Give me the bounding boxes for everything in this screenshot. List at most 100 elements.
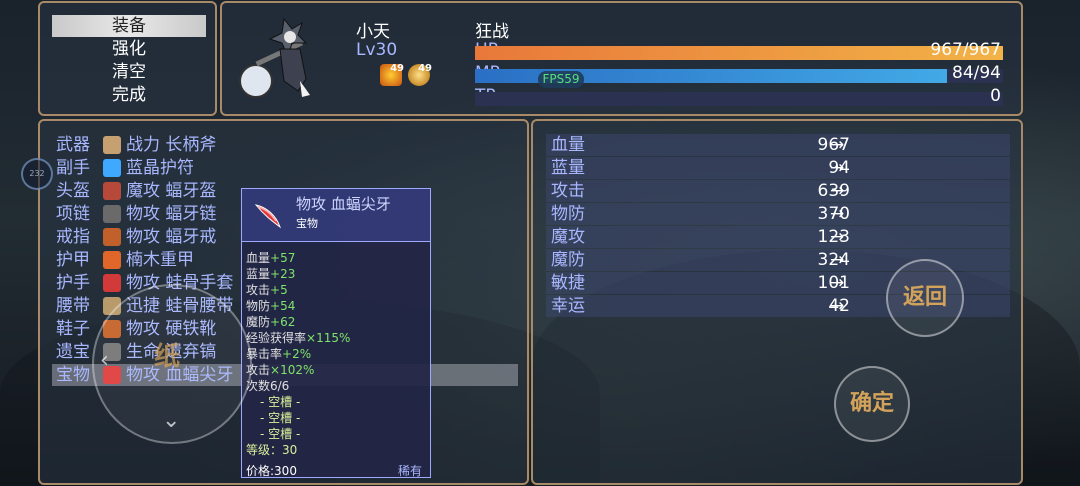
tooltip-stat-value: +2% [282,347,312,361]
stat-arrow: → [830,181,845,201]
buff-turns: 49 [390,63,404,74]
stat-row-attack: 攻击 639 → [546,180,1010,202]
side-indicator[interactable]: 232 [21,158,53,190]
hero-name: 小天 [356,22,390,42]
tooltip-level: 等级：30 [246,443,298,457]
tooltip-empty-slot: - 空槽 - [260,395,301,409]
hp-value: 967/967 [930,40,1001,60]
back-button[interactable]: 返回 [886,259,964,337]
stat-arrow: → [830,227,845,247]
stat-label: 蓝量 [551,158,585,178]
tooltip-stat-value: +57 [270,251,296,265]
tp-bar [475,92,1003,106]
stat-label: 血量 [551,135,585,155]
fps-counter: FPS59 [538,71,584,88]
tooltip-stat-value: +62 [270,315,296,329]
menu-item-clear[interactable]: 清空 [52,61,206,83]
hero-sprite [239,17,310,98]
dpad-label: 纸 [154,342,181,372]
fire-buff-icon: 49 [380,63,404,86]
tooltip-stat-value: ×102% [270,363,315,377]
necklace-icon [103,205,121,223]
item-tooltip: 物攻 血蝠尖牙 宝物 血量+57 蓝量+23 攻击+5 物防+54 魔防+62 … [241,188,431,478]
command-menu: 装备 强化 清空 完成 [38,1,217,116]
hero-class: 狂战 [475,22,509,42]
crystal-icon [103,159,121,177]
slot-item-name: 物攻 蝠牙链 [126,204,217,224]
glove-icon [103,274,121,292]
slot-name: 副手 [56,158,90,178]
slot-name: 遗宝 [56,342,90,362]
slot-name: 鞋子 [56,319,90,339]
hp-bar [475,46,1003,60]
tooltip-stat-label: 蓝量 [246,267,271,281]
tooltip-stat-label: 攻击 [246,283,271,297]
slot-item-name: 物攻 蝠牙戒 [126,227,217,247]
tooltip-stat-label: 经验获得率 [246,331,307,345]
tooltip-stat-label: 血量 [246,251,271,265]
tooltip-stat: 暴击率+2% [246,345,311,362]
slot-item-name: 魔攻 蝠牙盔 [126,181,217,201]
tp-value: 0 [990,86,1001,106]
stat-label: 魔防 [551,250,585,270]
slot-name: 腰带 [56,296,90,316]
character-status-panel: 小天 Lv30 49 49 狂战 HP 967/967 MP 84/94 TP … [220,1,1023,116]
slot-name: 护甲 [56,250,90,270]
tooltip-stat-label: 魔防 [246,315,271,329]
menu-item-done[interactable]: 完成 [52,84,206,106]
tooltip-header: 物攻 血蝠尖牙 宝物 [242,189,430,242]
tooltip-stat: 物防+54 [246,297,295,314]
tooltip-stat: 魔防+62 [246,313,295,330]
armor-icon [103,251,121,269]
slot-item-name: 战力 长柄斧 [126,135,217,155]
slot-name: 项链 [56,204,90,224]
chevron-left-icon[interactable]: ‹ [100,348,109,373]
equip-slot-offhand[interactable]: 副手 蓝晶护符 [52,157,518,179]
tooltip-price: 价格:300 [246,464,297,478]
stat-row-hp: 血量 967 → [546,134,1010,156]
menu-item-enhance[interactable]: 强化 [52,38,206,60]
slot-name: 戒指 [56,227,90,247]
stat-arrow: → [830,135,845,155]
slot-name: 武器 [56,135,90,155]
slot-name: 头盔 [56,181,90,201]
helmet-icon [103,182,121,200]
stat-label: 物防 [551,204,585,224]
tooltip-stat-label: 物防 [246,299,271,313]
tooltip-stat-value: ×115% [306,331,351,345]
tooltip-rarity: 稀有 [397,464,422,478]
hero-level: Lv30 [356,40,398,60]
mp-value: 84/94 [952,63,1001,83]
tooltip-uses: 次数6/6 [246,379,290,393]
tooltip-stat-value: +5 [270,283,288,297]
confirm-button[interactable]: 确定 [834,366,910,442]
tooltip-stat: 血量+57 [246,249,295,266]
stat-label: 敏捷 [551,273,585,293]
stat-row-pdef: 物防 370 → [546,203,1010,225]
slot-name: 宝物 [56,365,90,385]
tooltip-title: 物攻 血蝠尖牙 [296,195,391,213]
chevron-down-icon[interactable]: ⌄ [162,408,180,433]
sun-buff-icon: 49 [408,63,432,86]
axe-icon [103,136,121,154]
virtual-dpad[interactable]: ‹ ⌄ 纸 [92,284,252,444]
menu-item-equip[interactable]: 装备 [52,15,206,37]
stat-label: 攻击 [551,181,585,201]
buff-turns: 49 [418,63,432,74]
tooltip-stat-value: +23 [270,267,296,281]
stat-arrow: → [830,273,845,293]
tooltip-stat: 攻击×102% [246,361,314,378]
tooltip-stat-value: +54 [270,299,296,313]
tooltip-empty-slot: - 空槽 - [260,411,301,425]
hp-bar-fill [475,46,1003,60]
fang-icon [254,204,281,229]
equip-slot-weapon[interactable]: 武器 战力 长柄斧 [52,134,518,156]
stat-row-mp: 蓝量 94 → [546,157,1010,179]
stat-label: 幸运 [551,296,585,316]
tooltip-stat: 经验获得率×115% [246,329,350,346]
tooltip-empty-slot: - 空槽 - [260,427,301,441]
tooltip-stat: 攻击+5 [246,281,288,298]
stat-arrow: → [830,296,845,316]
slot-item-name: 蓝晶护符 [126,158,194,178]
slot-name: 护手 [56,273,90,293]
